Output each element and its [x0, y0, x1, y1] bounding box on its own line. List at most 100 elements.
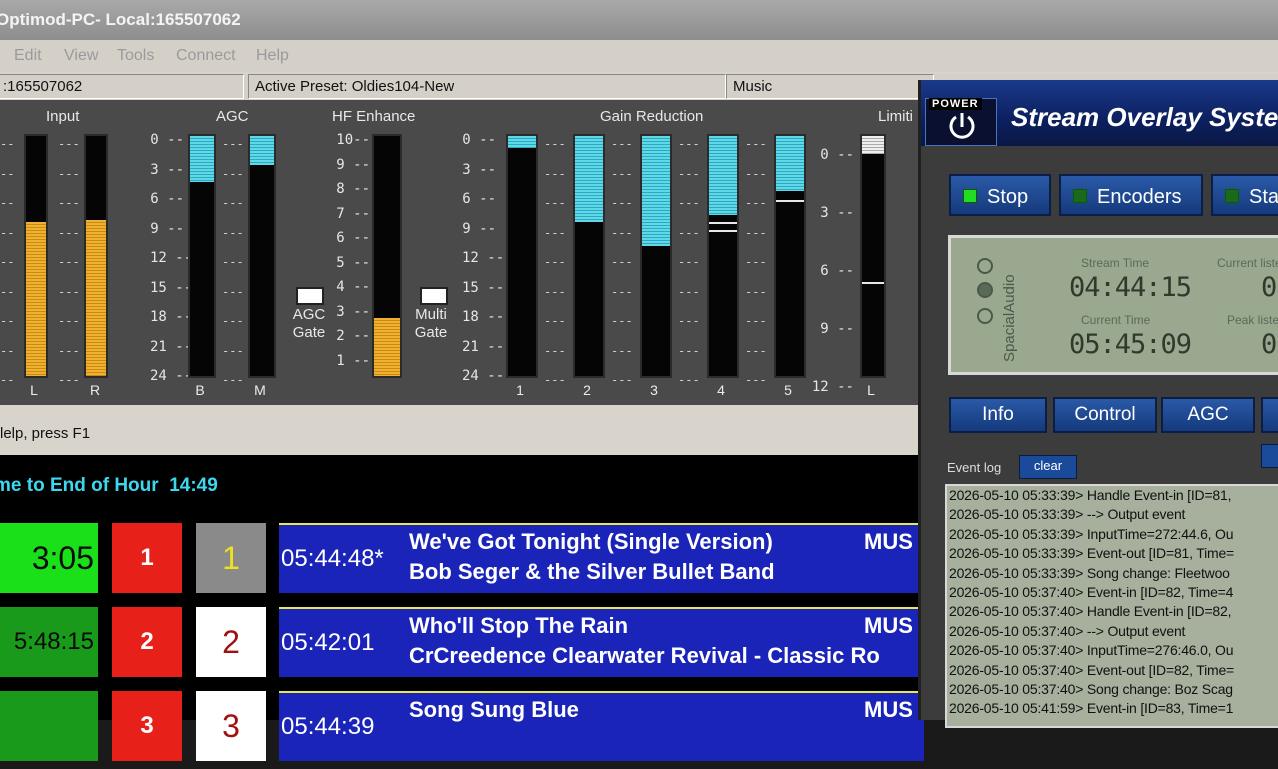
row-countdown: 5:48:15 [0, 607, 98, 677]
row-number: 2 [196, 607, 266, 677]
row-song[interactable]: 05:42:01 Who'll Stop The Rain CrCreedenc… [279, 607, 924, 677]
stream-time-value: 04:44:15 [1069, 272, 1192, 303]
row-artist: CrCreedence Clearwater Revival - Classic… [409, 643, 880, 668]
event-log-line: 2026-05-10 05:33:39> Event-out [ID=81, T… [949, 545, 1235, 562]
row-song[interactable]: 05:44:48* We've Got Tonight (Single Vers… [279, 523, 924, 593]
scale-tick: 3 -- [820, 205, 854, 221]
scale-tick: 9 -- [820, 321, 854, 337]
scale-tick: 2 -- [336, 328, 370, 344]
scale-tick: 3 -- [150, 161, 184, 178]
log-option-button[interactable] [1261, 444, 1278, 468]
multi-gate-label: Multi Gate [414, 306, 448, 341]
event-log-line: 2026-05-10 05:37:40> --> Output event [949, 622, 1186, 639]
menu-tools[interactable]: Tools [117, 47, 154, 65]
input-meter-r [84, 134, 108, 378]
stream-overlay-window: POWER Stream Overlay System Stop Encoder… [918, 80, 1278, 728]
scale-tick: 3 -- [462, 161, 496, 178]
scale-tick: 1 -- [336, 352, 370, 369]
row-start-time: 05:42:01 [281, 629, 375, 656]
row-song[interactable]: 05:44:39 Song Sung Blue MUS [279, 691, 924, 761]
scale-tick: 12 -- [150, 250, 193, 266]
row-category: MUS [864, 613, 913, 638]
input-r-label: R [89, 382, 101, 398]
row-start-time: 05:44:39 [281, 713, 375, 740]
window-title: Optimod-PC- Local:165507062 [0, 0, 1278, 40]
gr-meter-4 [707, 134, 739, 378]
display-radio-3[interactable] [977, 308, 993, 324]
menu-edit[interactable]: Edit [14, 47, 42, 65]
encoders-button-label: Encoders [1097, 186, 1182, 208]
gr-2-label: 2 [583, 382, 591, 398]
start-button-label: Sta [1249, 186, 1278, 208]
input-dash-left: -- -- -- -- -- -- -- -- -- [0, 137, 15, 387]
stop-led-icon [963, 189, 977, 204]
info-tab[interactable]: Info [949, 397, 1047, 433]
event-log-line: 2026-05-10 05:33:39> Handle Event-in [ID… [949, 487, 1232, 503]
peak-listeners-value: 0 [1261, 329, 1277, 360]
clear-log-button[interactable]: clear [1019, 455, 1077, 479]
gr-meter-1 [506, 134, 538, 378]
more-tab[interactable] [1261, 397, 1278, 433]
gr-meter-3 [640, 134, 672, 378]
agc-scale: 0 -- 3 -- 6 -- 9 -- 12 -- 15 -- 18 -- 21 -- 24 -… [150, 126, 193, 392]
row-category: MUS [864, 529, 913, 554]
peak-listeners-label: Peak liste [1227, 313, 1278, 327]
row-title: Song Sung Blue [409, 697, 579, 722]
scale-tick: 24 -- [462, 368, 505, 384]
menu-connect[interactable]: Connect [176, 47, 236, 65]
gr-1-label: 1 [516, 382, 524, 398]
row-start-time: 05:44:48* [281, 545, 384, 572]
agc-tab[interactable]: AGC [1161, 397, 1255, 433]
multi-gate-indicator [420, 287, 448, 305]
event-log-label: Event log [947, 460, 1002, 475]
row-red-indicator[interactable]: 3 [112, 691, 182, 761]
scale-tick: 15 -- [150, 279, 193, 296]
sos-title: Stream Overlay System [1011, 102, 1278, 132]
scale-tick: 6 -- [462, 191, 496, 207]
input-dash-mid: --- --- --- --- --- --- --- --- --- [58, 137, 80, 387]
event-log[interactable]: 2026-05-10 05:33:39> Handle Event-in [ID… [945, 484, 1278, 728]
limiting-scale: 0 -- 3 -- 6 -- 9 -- 12 -- [810, 126, 854, 416]
row-red-indicator[interactable]: 1 [112, 523, 182, 593]
gr-3-label: 3 [650, 382, 658, 398]
agc-label: AGC [216, 108, 249, 125]
input-label: Input [46, 108, 80, 125]
end-of-hour-label: me to End of Hour [0, 475, 159, 496]
scale-tick: 4 -- [336, 279, 370, 295]
gain-reduction-scale: 0 -- 3 -- 6 -- 9 -- 12 -- 15 -- 18 -- 21 -- 24 -… [462, 126, 505, 392]
event-log-line: 2026-05-10 05:33:39> --> Output event [949, 506, 1186, 523]
playlist-row[interactable]: 5:48:15 2 2 05:42:01 Who'll Stop The Rai… [0, 607, 924, 685]
input-meter-l [24, 134, 48, 378]
row-countdown [0, 691, 98, 761]
status-connection: :165507062 [0, 74, 244, 99]
row-title: We've Got Tonight (Single Version) [409, 529, 773, 554]
scale-tick: 5 -- [336, 254, 370, 271]
scale-tick: 24 -- [150, 368, 193, 384]
control-tab[interactable]: Control [1053, 397, 1157, 433]
menu-help[interactable]: Help [256, 47, 289, 65]
event-log-line: 2026-05-10 05:37:40> Event-out [ID=82, T… [949, 661, 1235, 678]
agc-gate-label: AGC Gate [292, 306, 326, 341]
event-log-line: 2026-05-10 05:37:40> Song change: Boz Sc… [949, 681, 1233, 698]
display-radio-1[interactable] [977, 258, 993, 274]
gr-dash-4: --- --- --- --- --- --- --- --- --- [745, 137, 767, 387]
hf-scale: 10-- 9 -- 8 -- 7 -- 6 -- 5 -- 4 -- 3 -- 2 -- 1 -- [336, 128, 370, 373]
agc-gate-indicator [296, 287, 324, 305]
display-radio-2[interactable] [977, 282, 993, 298]
start-button[interactable]: Sta [1211, 174, 1278, 216]
menu-view[interactable]: View [64, 47, 98, 65]
stop-button[interactable]: Stop [949, 174, 1051, 216]
scale-tick: 21 -- [150, 338, 193, 355]
start-led-icon [1225, 189, 1239, 204]
playlist-row[interactable]: 3:05 1 1 05:44:48* We've Got Tonight (Si… [0, 523, 924, 601]
scale-tick: 0 -- [150, 132, 184, 148]
menu-bar: Edit View Tools Connect Help [0, 40, 1278, 72]
gr-4-label: 4 [717, 382, 725, 398]
row-countdown: 3:05 [0, 523, 98, 593]
encoders-button[interactable]: Encoders [1059, 174, 1203, 216]
sos-header: POWER Stream Overlay System [921, 80, 1278, 146]
event-log-line: 2026-05-10 05:33:39> Song change: Fleetw… [949, 564, 1230, 581]
scale-tick: 9 -- [336, 156, 370, 173]
row-red-indicator[interactable]: 2 [112, 607, 182, 677]
playlist-row[interactable]: 3 3 05:44:39 Song Sung Blue MUS [0, 691, 924, 769]
